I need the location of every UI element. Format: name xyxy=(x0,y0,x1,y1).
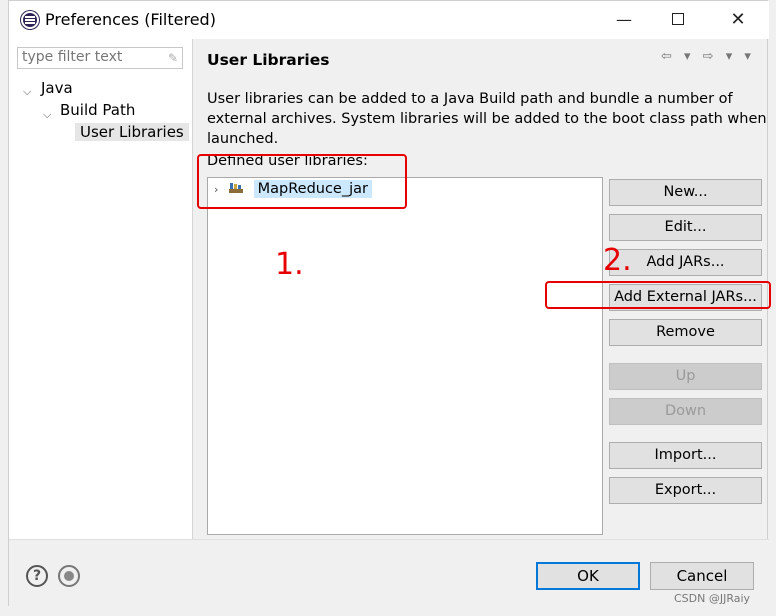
chevron-down-icon[interactable]: ⌵ xyxy=(23,85,31,99)
tree-item-java[interactable]: Java xyxy=(41,79,73,97)
annotation-step-1: 1. xyxy=(275,247,304,282)
chevron-down-icon[interactable]: ⌵ xyxy=(43,108,51,122)
up-button: Up xyxy=(609,363,762,390)
edit-button[interactable]: Edit... xyxy=(609,214,762,241)
maximize-button[interactable] xyxy=(663,9,693,31)
down-button: Down xyxy=(609,398,762,425)
new-button[interactable]: New... xyxy=(609,179,762,206)
clear-filter-icon[interactable]: ✎ xyxy=(168,51,178,65)
tree-item-user-libraries[interactable]: User Libraries xyxy=(75,123,189,141)
page-title: User Libraries xyxy=(207,51,330,69)
tree-item-build-path[interactable]: Build Path xyxy=(60,101,135,119)
eclipse-icon xyxy=(21,11,39,29)
add-jars-button[interactable]: Add JARs... xyxy=(609,249,762,276)
filter-input[interactable]: type filter text ✎ xyxy=(17,47,183,69)
close-button[interactable]: ✕ xyxy=(723,9,753,31)
preferences-nav: type filter text ✎ ⌵ Java ⌵ Build Path U… xyxy=(9,39,193,539)
export-button[interactable]: Export... xyxy=(609,477,762,504)
annotation-box-library xyxy=(197,154,407,209)
cancel-button[interactable]: Cancel xyxy=(650,562,754,590)
annotation-step-2: 2. xyxy=(603,243,632,278)
ok-button[interactable]: OK xyxy=(536,562,640,590)
watermark: CSDN @JJRaiy xyxy=(674,592,751,605)
help-icon[interactable]: ? xyxy=(26,565,48,587)
title-bar: Preferences (Filtered) — ✕ xyxy=(9,1,769,39)
maximize-icon xyxy=(672,13,684,25)
record-icon[interactable] xyxy=(58,565,80,587)
minimize-button[interactable]: — xyxy=(609,9,639,31)
library-list[interactable]: › MapReduce_jar xyxy=(207,177,603,535)
import-button[interactable]: Import... xyxy=(609,442,762,469)
filter-placeholder: type filter text xyxy=(22,49,123,65)
preferences-window: Preferences (Filtered) — ✕ type filter t… xyxy=(8,0,771,607)
history-nav-icons[interactable]: ⇦ ▾ ⇨ ▾ ▾ xyxy=(661,49,755,64)
dialog-footer: ? OK Cancel xyxy=(9,539,769,607)
page-description: User libraries can be added to a Java Bu… xyxy=(207,91,767,147)
annotation-box-add-external xyxy=(545,281,771,309)
remove-button[interactable]: Remove xyxy=(609,319,762,346)
window-title: Preferences (Filtered) xyxy=(45,10,216,29)
